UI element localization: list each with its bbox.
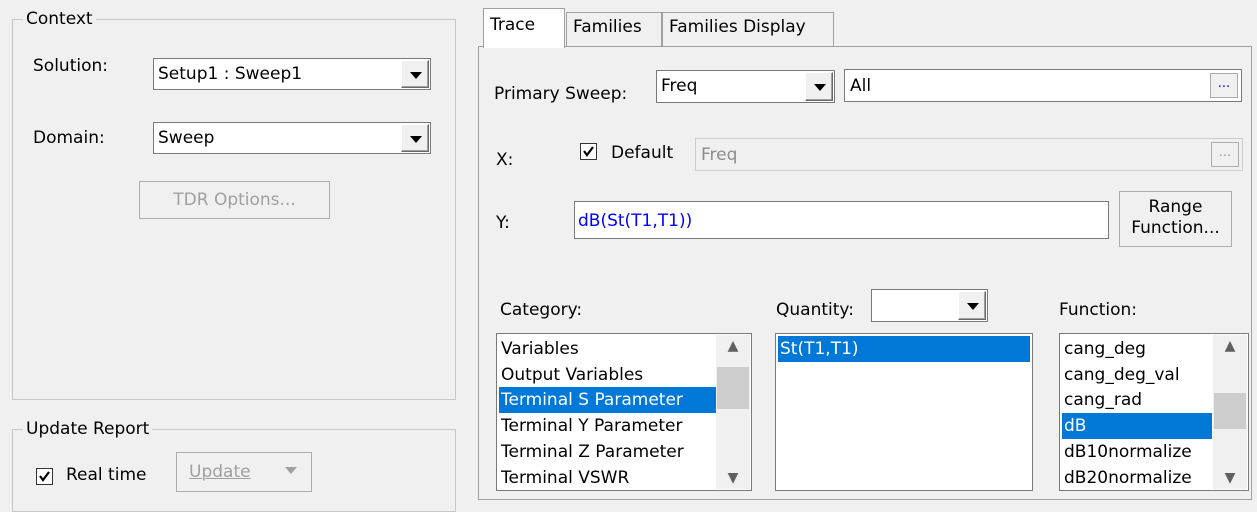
list-item[interactable]: Variables <box>499 336 717 362</box>
x-default-label: Default <box>611 143 674 163</box>
category-label: Category: <box>500 300 583 320</box>
category-listbox[interactable]: Variables Output Variables Terminal S Pa… <box>496 333 752 491</box>
update-button[interactable]: Update <box>176 452 312 492</box>
function-listbox[interactable]: cang_deg cang_deg_val cang_rad dB dB10no… <box>1059 333 1249 491</box>
scrollbar-thumb[interactable] <box>717 367 749 409</box>
tdr-options-button[interactable]: TDR Options... <box>139 181 330 219</box>
chevron-down-icon[interactable] <box>401 60 429 88</box>
tdr-options-label: TDR Options... <box>173 190 296 210</box>
update-report-legend: Update Report <box>26 419 150 439</box>
x-expression-value: Freq <box>701 145 738 165</box>
list-item[interactable]: dB <box>1062 413 1212 439</box>
list-item[interactable]: St(T1,T1) <box>778 336 1030 362</box>
range-function-line2: Function... <box>1131 218 1220 238</box>
y-label: Y: <box>496 213 510 233</box>
ellipsis-label: ... <box>1217 76 1231 91</box>
scrollbar-thumb[interactable] <box>1214 393 1246 429</box>
quantity-label: Quantity: <box>776 300 854 320</box>
y-expression-field[interactable]: dB(St(T1,T1)) <box>574 201 1109 239</box>
list-item[interactable]: cang_deg <box>1062 336 1212 362</box>
domain-value: Sweep <box>158 128 215 148</box>
sweep-range-field[interactable]: All ... <box>844 69 1242 102</box>
scroll-up-icon[interactable]: ▲ <box>1213 335 1247 357</box>
checkmark-icon <box>39 471 50 482</box>
list-item[interactable]: Terminal Y Parameter <box>499 413 717 439</box>
chevron-down-icon[interactable] <box>958 291 986 320</box>
chevron-down-icon[interactable] <box>401 124 429 152</box>
scroll-down-icon[interactable]: ▼ <box>1213 467 1247 489</box>
tab-families[interactable]: Families <box>566 12 662 47</box>
quantity-filter-dropdown[interactable] <box>871 289 988 322</box>
sweep-range-value: All <box>850 76 872 96</box>
list-item[interactable]: Terminal VSWR <box>499 465 717 490</box>
ellipsis-label: ... <box>1218 145 1232 160</box>
chevron-down-icon[interactable] <box>805 72 833 101</box>
quantity-listbox[interactable]: St(T1,T1) <box>775 333 1033 491</box>
list-item[interactable]: cang_rad <box>1062 387 1212 413</box>
primary-sweep-label: Primary Sweep: <box>494 84 628 104</box>
solution-label: Solution: <box>33 56 108 76</box>
update-label: Update <box>189 462 251 482</box>
scroll-up-icon[interactable]: ▲ <box>716 335 750 357</box>
x-label: X: <box>496 150 514 170</box>
solution-dropdown[interactable]: Setup1 : Sweep1 <box>153 58 431 90</box>
realtime-label: Real time <box>66 465 147 485</box>
category-scrollbar[interactable]: ▲ ▼ <box>716 335 750 489</box>
x-browse-button[interactable]: ... <box>1211 142 1239 167</box>
range-function-button[interactable]: Range Function... <box>1119 191 1232 247</box>
list-item[interactable]: Terminal Z Parameter <box>499 439 717 465</box>
list-item[interactable]: Output Variables <box>499 362 717 388</box>
realtime-checkbox[interactable] <box>36 468 53 485</box>
x-default-checkbox[interactable] <box>580 143 597 160</box>
primary-sweep-value: Freq <box>661 76 698 96</box>
function-label: Function: <box>1059 300 1138 320</box>
x-expression-field[interactable]: Freq ... <box>695 138 1243 171</box>
list-item[interactable]: Terminal S Parameter <box>499 387 717 413</box>
list-item[interactable]: cang_deg_val <box>1062 362 1212 388</box>
tab-trace[interactable]: Trace <box>483 8 565 48</box>
tab-trace-label: Trace <box>490 15 536 35</box>
y-expression-value: dB(St(T1,T1)) <box>578 211 693 231</box>
tab-families-display[interactable]: Families Display <box>662 12 834 47</box>
context-legend: Context <box>26 9 93 29</box>
range-function-line1: Range <box>1148 197 1203 217</box>
primary-sweep-dropdown[interactable]: Freq <box>656 70 835 103</box>
caret-down-icon <box>285 467 297 474</box>
tab-families-display-label: Families Display <box>669 17 806 37</box>
list-item[interactable]: dB20normalize <box>1062 465 1212 490</box>
list-item[interactable]: dB10normalize <box>1062 439 1212 465</box>
checkmark-icon <box>583 146 594 157</box>
scroll-down-icon[interactable]: ▼ <box>716 467 750 489</box>
function-scrollbar[interactable]: ▲ ▼ <box>1213 335 1247 489</box>
sweep-range-browse-button[interactable]: ... <box>1210 73 1238 98</box>
tab-families-label: Families <box>573 17 642 37</box>
domain-dropdown[interactable]: Sweep <box>153 122 431 154</box>
domain-label: Domain: <box>33 128 105 148</box>
solution-value: Setup1 : Sweep1 <box>158 64 303 84</box>
